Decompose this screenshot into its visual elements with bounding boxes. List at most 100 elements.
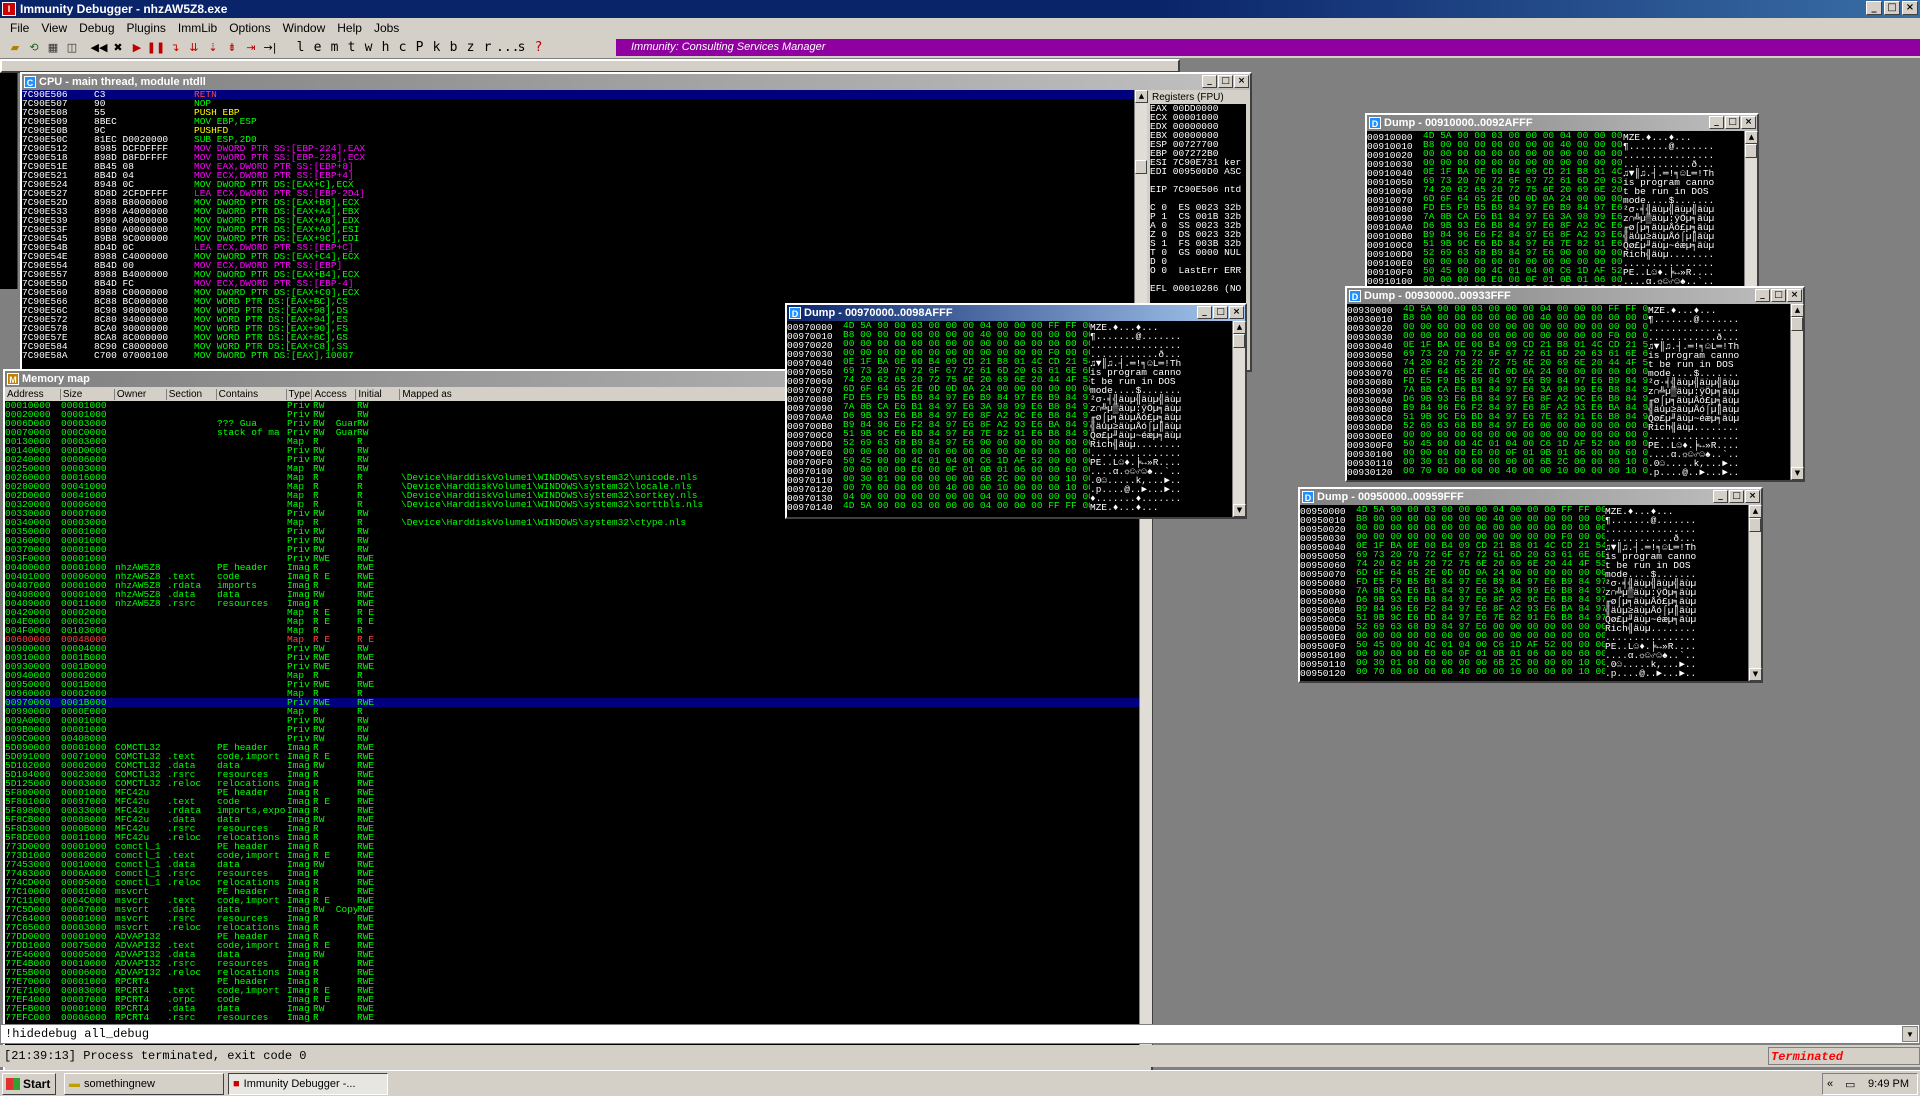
- memory-map-row[interactable]: 77C65000 00003000 msvcrt .reloc relocations I…: [5, 923, 1139, 932]
- dump-scroll-down-icon[interactable]: ▼: [1791, 467, 1804, 480]
- menu-item-view[interactable]: View: [35, 21, 73, 35]
- memory-map-row[interactable]: 77E46000 00005000 ADVAPI32 .data data Imag RW R…: [5, 950, 1139, 959]
- dump-maximize-button[interactable]: □: [1725, 116, 1740, 129]
- dump-scrollbar[interactable]: ▲▼: [1790, 304, 1804, 480]
- step-into-icon[interactable]: ↴: [166, 40, 184, 56]
- memory-map-row[interactable]: 5F8D3000 0000B000 MFC42u .rsrc resources Imag…: [5, 824, 1139, 833]
- memory-map-column-header[interactable]: Size: [61, 389, 115, 400]
- dump-scroll-thumb[interactable]: [1791, 317, 1803, 331]
- toolbar-letter-button[interactable]: P: [411, 40, 428, 56]
- dump-window-titlebar[interactable]: D Dump - 00950000..00959FFF _ □ ×: [1300, 489, 1761, 505]
- step-over-icon[interactable]: ⇊: [185, 40, 203, 56]
- maximize-button[interactable]: □: [1884, 1, 1900, 15]
- memory-map-row[interactable]: 00600000 00048000 Map R E R E: [5, 635, 1139, 644]
- memory-map-row[interactable]: 5F8CB000 00008000 MFC42u .data data Imag RW RWE: [5, 815, 1139, 824]
- memory-map-row[interactable]: 77E70000 00001000 RPCRT4 PE header Imag R RWE: [5, 977, 1139, 986]
- register-line[interactable]: EIP 7C90E506 ntd: [1150, 185, 1246, 195]
- start-button[interactable]: Start: [2, 1072, 56, 1095]
- memory-map-row[interactable]: 00900000 00004000 Priv RW RW: [5, 644, 1139, 653]
- disasm-row[interactable]: 7C90E54E 8988 C4000000 MOV DWORD PTR DS:[E…: [22, 252, 1134, 262]
- disasm-row[interactable]: 7C90E508 55 PUSH EBP: [22, 108, 1134, 118]
- dump-close-button[interactable]: ×: [1745, 490, 1760, 503]
- memory-map-column-header[interactable]: Section: [167, 389, 217, 400]
- memory-map-row[interactable]: 009A0000 00001000 Priv RW RW: [5, 716, 1139, 725]
- dump-hex-pane[interactable]: 00910000 4D 5A 90 00 03 00 00 00 04 00 00…: [1367, 131, 1744, 311]
- memory-map-row[interactable]: 5D091000 00071000 COMCTL32 .text code,import…: [5, 752, 1139, 761]
- memory-map-row[interactable]: 5D104000 00023000 COMCTL32 .rsrc resources Im…: [5, 770, 1139, 779]
- disasm-row[interactable]: 7C90E52D 8988 B8000000 MOV DWORD PTR DS:[E…: [22, 198, 1134, 208]
- dump-window[interactable]: D Dump - 00950000..00959FFF _ □ × 00950000 4D …: [1298, 487, 1763, 683]
- rewind-icon[interactable]: ◀◀: [90, 40, 108, 56]
- toolbar-letter-button[interactable]: ?: [530, 40, 547, 56]
- disasm-row[interactable]: 7C90E545 89B8 9C000000 MOV DWORD PTR DS:[E…: [22, 234, 1134, 244]
- memory-map-row[interactable]: 77EFC000 00006000 RPCRT4 .rsrc resources Imag…: [5, 1013, 1139, 1022]
- register-line[interactable]: O 0 LastErr ERR: [1150, 266, 1246, 276]
- memory-map-row[interactable]: 77C11000 0004C000 msvcrt .text code,import Im…: [5, 896, 1139, 905]
- memory-map-column-header[interactable]: Contains: [217, 389, 287, 400]
- dump-minimize-button[interactable]: _: [1197, 306, 1212, 319]
- memory-map-row[interactable]: 004F0000 00103000 Map R R: [5, 626, 1139, 635]
- memory-map-row[interactable]: 77DD1000 00075000 ADVAPI32 .text code,import…: [5, 941, 1139, 950]
- memory-map-row[interactable]: 5F801000 00097000 MFC42u .text code Imag R E RW…: [5, 797, 1139, 806]
- dump-minimize-button[interactable]: _: [1713, 490, 1728, 503]
- memory-map-row[interactable]: 77EFB000 00001000 RPCRT4 .data data Imag RW RWE: [5, 1004, 1139, 1013]
- memory-map-row[interactable]: 004E0000 00002000 Map R E R E: [5, 617, 1139, 626]
- close-button[interactable]: ×: [1902, 1, 1918, 15]
- dump-minimize-button[interactable]: _: [1755, 289, 1770, 302]
- execute-till-return-icon[interactable]: ⇥: [242, 40, 260, 56]
- command-input[interactable]: !hidedebug all_debug: [0, 1024, 1920, 1044]
- menu-item-window[interactable]: Window: [277, 21, 332, 35]
- memory-map-column-header[interactable]: Initial: [356, 389, 401, 400]
- scroll-thumb[interactable]: [1135, 160, 1147, 174]
- dump-close-button[interactable]: ×: [1741, 116, 1756, 129]
- taskbar-item-folder[interactable]: ▬ somethingnew: [64, 1072, 224, 1095]
- dump-scrollbar[interactable]: ▲▼: [1748, 505, 1762, 681]
- toolbar-letter-button[interactable]: t: [343, 40, 360, 56]
- toolbar-letter-button[interactable]: e: [309, 40, 326, 56]
- memory-map-row[interactable]: 5F898000 00033000 MFC42u .rdata imports,expo…: [5, 806, 1139, 815]
- disasm-row[interactable]: 7C90E521 8B4D 04 MOV ECX,DWORD PTR SS:[EBP…: [22, 171, 1134, 181]
- cpu-window-titlebar[interactable]: C CPU - main thread, module ntdll _ □ ×: [22, 74, 1250, 90]
- menu-item-jobs[interactable]: Jobs: [368, 21, 405, 35]
- memory-map-row[interactable]: 77C10000 00001000 msvcrt PE header Imag R RWE: [5, 887, 1139, 896]
- memory-map-row[interactable]: 774CD000 00005000 comctl_1 .reloc relocation…: [5, 878, 1139, 887]
- run-icon[interactable]: ▶: [128, 40, 146, 56]
- dump-scroll-thumb[interactable]: [1233, 334, 1245, 348]
- memory-map-row[interactable]: 773D1000 00082000 comctl_1 .text code,import…: [5, 851, 1139, 860]
- memory-map-row[interactable]: 77463000 0006A000 comctl_1 .rsrc resources Im…: [5, 869, 1139, 878]
- disasm-row[interactable]: 7C90E554 8B4D 00 MOV ECX,DWORD PTR SS:[EBP…: [22, 261, 1134, 271]
- memory-map-row[interactable]: 00409000 00011000 nhzAW5Z8 .rsrc resources Im…: [5, 599, 1139, 608]
- memory-map-row[interactable]: 00960000 00002000 Map R R: [5, 689, 1139, 698]
- close-process-icon[interactable]: ✖: [109, 40, 127, 56]
- menu-item-plugins[interactable]: Plugins: [121, 21, 172, 35]
- memory-map-row[interactable]: 00940000 00002000 Map R R: [5, 671, 1139, 680]
- memory-map-row[interactable]: 77C64000 00001000 msvcrt .rsrc resources Imag…: [5, 914, 1139, 923]
- minimize-button[interactable]: _: [1866, 1, 1882, 15]
- disasm-row[interactable]: 7C90E539 8990 A8000000 MOV DWORD PTR DS:[E…: [22, 216, 1134, 226]
- go-to-icon[interactable]: →|: [261, 40, 279, 56]
- taskbar-item-immunity[interactable]: ■ Immunity Debugger -...: [228, 1072, 388, 1095]
- dump-maximize-button[interactable]: □: [1213, 306, 1228, 319]
- toolbar-letter-button[interactable]: h: [377, 40, 394, 56]
- disasm-row[interactable]: 7C90E560 8988 C0000000 MOV DWORD PTR DS:[E…: [22, 288, 1134, 298]
- disasm-row[interactable]: 7C90E51E 8B45 08 MOV EAX,DWORD PTR SS:[EBP…: [22, 162, 1134, 172]
- memory-map-row[interactable]: 00401000 00006000 nhzAW5Z8 .text code Imag R E…: [5, 572, 1139, 581]
- memory-map-row[interactable]: 00990000 0000E000 Map R R: [5, 707, 1139, 716]
- memory-map-column-header[interactable]: Address: [5, 389, 61, 400]
- memory-map-row[interactable]: 77E71000 00083000 RPCRT4 .text code,import Im…: [5, 986, 1139, 995]
- dump-scrollbar[interactable]: ▲▼: [1232, 321, 1246, 517]
- memory-map-row[interactable]: 00910000 0001B000 Priv RWE RWE: [5, 653, 1139, 662]
- toolbar-letter-button[interactable]: r: [479, 40, 496, 56]
- memory-map-row[interactable]: 00350000 00001000 Priv RW RW: [5, 527, 1139, 536]
- disasm-row[interactable]: 7C90E512 8985 DCFDFFFF MOV DWORD PTR SS:[E…: [22, 144, 1134, 154]
- memory-map-column-header[interactable]: Access: [312, 389, 357, 400]
- memory-map-row[interactable]: 009C0000 00408000 Priv RW RW: [5, 734, 1139, 743]
- menu-item-immlib[interactable]: ImmLib: [172, 21, 223, 35]
- dump-scroll-thumb[interactable]: [1745, 144, 1757, 158]
- memory-map-column-header[interactable]: Type: [287, 389, 313, 400]
- disasm-row[interactable]: 7C90E55D 8B4D FC MOV ECX,DWORD PTR SS:[EBP…: [22, 279, 1134, 289]
- memory-map-row[interactable]: 00360000 00001000 Priv RW RW: [5, 536, 1139, 545]
- memory-map-row[interactable]: 77E5B000 00006000 ADVAPI32 .reloc relocation…: [5, 968, 1139, 977]
- toolbar-letter-button[interactable]: ...: [496, 40, 519, 56]
- disasm-row[interactable]: 7C90E524 8948 0C MOV DWORD PTR DS:[EAX+C],…: [22, 180, 1134, 190]
